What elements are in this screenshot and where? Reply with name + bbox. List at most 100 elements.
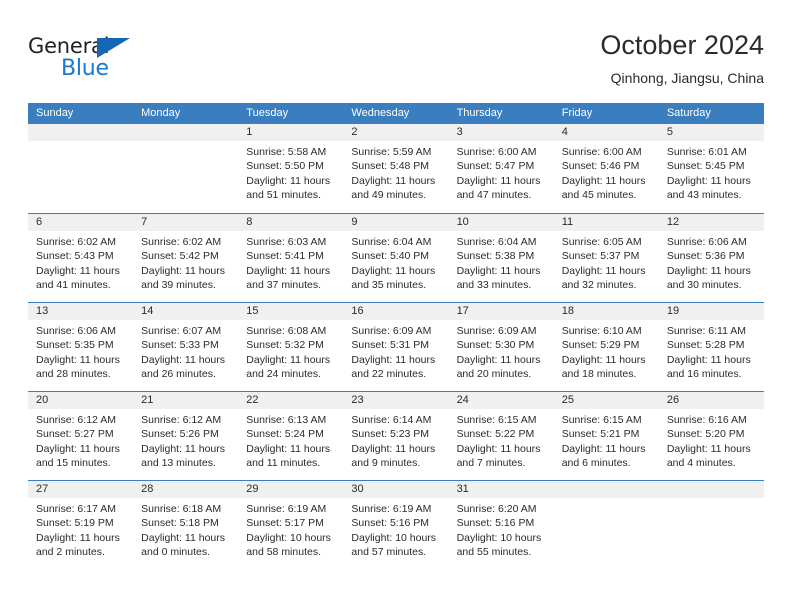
day-sun-info: Sunrise: 6:15 AM Sunset: 5:22 PM Daylight:… (449, 409, 554, 471)
sunset-text: Sunset: 5:47 PM (456, 160, 535, 173)
daylight-text: Daylight: 10 hours and 55 minutes. (456, 531, 542, 559)
sunrise-text: Sunrise: 6:16 AM (666, 414, 747, 426)
daylight-text: Daylight: 11 hours and 32 minutes. (561, 264, 646, 292)
sunset-text: Sunset: 5:21 PM (561, 428, 640, 441)
calendar-day-cell[interactable]: 18 Sunrise: 6:10 AM Sunset: 5:29 PM Dayligh… (553, 303, 659, 391)
sunset-text: Sunset: 5:30 PM (456, 339, 535, 352)
calendar-week-row: 1 Sunrise: 5:58 AM Sunset: 5:50 PM Daylight… (28, 124, 764, 213)
day-number: 11 (553, 214, 659, 231)
calendar-day-cell[interactable]: 3 Sunrise: 6:00 AM Sunset: 5:47 PM Daylight… (448, 124, 554, 213)
daylight-text: Daylight: 11 hours and 30 minutes. (666, 264, 751, 292)
daylight-text: Daylight: 11 hours and 6 minutes. (561, 442, 646, 470)
weekday-header-friday: Friday (561, 107, 593, 119)
sunset-text: Sunset: 5:42 PM (141, 250, 219, 263)
page-title: October 2024 (600, 30, 764, 60)
calendar-day-cell[interactable]: 12 Sunrise: 6:06 AM Sunset: 5:36 PM Dayligh… (658, 214, 764, 302)
calendar-day-cell[interactable]: 29 Sunrise: 6:19 AM Sunset: 5:17 PM Dayligh… (238, 481, 344, 569)
calendar-day-cell[interactable]: 11 Sunrise: 6:05 AM Sunset: 5:37 PM Dayligh… (553, 214, 659, 302)
sunset-text: Sunset: 5:22 PM (456, 428, 535, 441)
calendar-day-cell-empty (28, 124, 134, 213)
day-sun-info: Sunrise: 5:59 AM Sunset: 5:48 PM Daylight:… (343, 141, 448, 203)
weekday-header-monday: Monday (141, 107, 181, 119)
day-number: 22 (238, 392, 344, 409)
calendar-day-cell[interactable]: 30 Sunrise: 6:19 AM Sunset: 5:16 PM Dayligh… (343, 481, 449, 569)
calendar-weeks: 1 Sunrise: 5:58 AM Sunset: 5:50 PM Daylight… (28, 124, 764, 569)
sunset-text: Sunset: 5:33 PM (141, 339, 219, 352)
sunset-text: Sunset: 5:36 PM (666, 250, 745, 263)
sunrise-text: Sunrise: 6:01 AM (666, 146, 747, 158)
calendar-day-cell[interactable]: 13 Sunrise: 6:06 AM Sunset: 5:35 PM Dayligh… (28, 303, 134, 391)
calendar-day-cell[interactable]: 27 Sunrise: 6:17 AM Sunset: 5:19 PM Dayligh… (28, 481, 134, 569)
calendar-day-cell[interactable]: 1 Sunrise: 5:58 AM Sunset: 5:50 PM Daylight… (238, 124, 344, 213)
sunrise-text: Sunrise: 6:03 AM (246, 236, 327, 248)
day-number (28, 124, 134, 141)
calendar-day-cell[interactable]: 20 Sunrise: 6:12 AM Sunset: 5:27 PM Dayligh… (28, 392, 134, 480)
day-sun-info: Sunrise: 6:20 AM Sunset: 5:16 PM Daylight:… (449, 498, 554, 560)
calendar-day-cell[interactable]: 2 Sunrise: 5:59 AM Sunset: 5:48 PM Daylight… (343, 124, 449, 213)
calendar-day-cell[interactable]: 4 Sunrise: 6:00 AM Sunset: 5:46 PM Daylight… (553, 124, 659, 213)
day-number (133, 124, 239, 141)
sunset-text: Sunset: 5:35 PM (36, 339, 114, 352)
sunrise-text: Sunrise: 6:02 AM (141, 236, 222, 248)
day-number (658, 481, 764, 498)
day-sun-info: Sunrise: 6:19 AM Sunset: 5:17 PM Daylight:… (238, 498, 343, 560)
sunset-text: Sunset: 5:41 PM (246, 250, 324, 263)
calendar-day-cell[interactable]: 19 Sunrise: 6:11 AM Sunset: 5:28 PM Dayligh… (658, 303, 764, 391)
weekday-header-sunday: Sunday (36, 107, 74, 119)
day-number: 3 (448, 124, 554, 141)
calendar-day-cell[interactable]: 31 Sunrise: 6:20 AM Sunset: 5:16 PM Dayligh… (448, 481, 554, 569)
sunrise-text: Sunrise: 6:04 AM (351, 236, 432, 248)
calendar-day-cell[interactable]: 21 Sunrise: 6:12 AM Sunset: 5:26 PM Dayligh… (133, 392, 239, 480)
calendar-day-cell[interactable]: 8 Sunrise: 6:03 AM Sunset: 5:41 PM Daylight… (238, 214, 344, 302)
day-sun-info: Sunrise: 6:18 AM Sunset: 5:18 PM Daylight:… (133, 498, 238, 560)
calendar-day-cell[interactable]: 28 Sunrise: 6:18 AM Sunset: 5:18 PM Dayligh… (133, 481, 239, 569)
sunrise-text: Sunrise: 6:18 AM (141, 503, 222, 515)
day-sun-info: Sunrise: 6:17 AM Sunset: 5:19 PM Daylight:… (28, 498, 133, 560)
day-sun-info: Sunrise: 6:06 AM Sunset: 5:35 PM Daylight:… (28, 320, 133, 382)
daylight-text: Daylight: 10 hours and 58 minutes. (246, 531, 331, 559)
calendar-day-cell[interactable]: 14 Sunrise: 6:07 AM Sunset: 5:33 PM Dayligh… (133, 303, 239, 391)
day-sun-info: Sunrise: 6:15 AM Sunset: 5:21 PM Daylight:… (554, 409, 659, 471)
sunrise-text: Sunrise: 6:13 AM (246, 414, 327, 426)
day-sun-info: Sunrise: 6:19 AM Sunset: 5:16 PM Daylight:… (343, 498, 448, 560)
calendar-day-cell[interactable]: 22 Sunrise: 6:13 AM Sunset: 5:24 PM Dayligh… (238, 392, 344, 480)
day-number: 2 (343, 124, 449, 141)
sunset-text: Sunset: 5:32 PM (246, 339, 324, 352)
calendar-day-cell[interactable]: 6 Sunrise: 6:02 AM Sunset: 5:43 PM Daylight… (28, 214, 134, 302)
day-number: 17 (448, 303, 554, 320)
sunrise-text: Sunrise: 6:00 AM (561, 146, 642, 158)
day-number: 9 (343, 214, 449, 231)
sunrise-text: Sunrise: 6:19 AM (351, 503, 432, 515)
sunset-text: Sunset: 5:38 PM (456, 250, 535, 263)
calendar-day-cell[interactable]: 5 Sunrise: 6:01 AM Sunset: 5:45 PM Daylight… (658, 124, 764, 213)
calendar-day-cell[interactable]: 23 Sunrise: 6:14 AM Sunset: 5:23 PM Dayligh… (343, 392, 449, 480)
logo-triangle-icon (97, 38, 130, 58)
day-sun-info: Sunrise: 6:02 AM Sunset: 5:43 PM Daylight:… (28, 231, 133, 293)
calendar-day-cell[interactable]: 16 Sunrise: 6:09 AM Sunset: 5:31 PM Dayligh… (343, 303, 449, 391)
daylight-text: Daylight: 11 hours and 2 minutes. (36, 531, 120, 559)
sunrise-text: Sunrise: 5:59 AM (351, 146, 432, 158)
sunset-text: Sunset: 5:43 PM (36, 250, 114, 263)
calendar-day-cell[interactable]: 25 Sunrise: 6:15 AM Sunset: 5:21 PM Dayligh… (553, 392, 659, 480)
page-header: General Blue October 2024 Qinhong, Jiang… (28, 28, 764, 96)
sunset-text: Sunset: 5:27 PM (36, 428, 114, 441)
calendar-day-cell[interactable]: 9 Sunrise: 6:04 AM Sunset: 5:40 PM Daylight… (343, 214, 449, 302)
sunset-text: Sunset: 5:48 PM (351, 160, 430, 173)
daylight-text: Daylight: 11 hours and 20 minutes. (456, 353, 541, 381)
daylight-text: Daylight: 11 hours and 13 minutes. (141, 442, 225, 470)
calendar-day-cell[interactable]: 10 Sunrise: 6:04 AM Sunset: 5:38 PM Dayligh… (448, 214, 554, 302)
calendar-day-cell[interactable]: 7 Sunrise: 6:02 AM Sunset: 5:42 PM Daylight… (133, 214, 239, 302)
daylight-text: Daylight: 11 hours and 16 minutes. (666, 353, 751, 381)
day-number: 12 (658, 214, 764, 231)
daylight-text: Daylight: 10 hours and 57 minutes. (351, 531, 437, 559)
weekday-header-row: Sunday Monday Tuesday Wednesday Thursday Frid… (28, 103, 764, 124)
calendar-day-cell[interactable]: 15 Sunrise: 6:08 AM Sunset: 5:32 PM Dayligh… (238, 303, 344, 391)
daylight-text: Daylight: 11 hours and 7 minutes. (456, 442, 541, 470)
daylight-text: Daylight: 11 hours and 39 minutes. (141, 264, 225, 292)
calendar-day-cell[interactable]: 26 Sunrise: 6:16 AM Sunset: 5:20 PM Dayligh… (658, 392, 764, 480)
day-number: 6 (28, 214, 134, 231)
sunset-text: Sunset: 5:18 PM (141, 517, 219, 530)
calendar-day-cell[interactable]: 17 Sunrise: 6:09 AM Sunset: 5:30 PM Dayligh… (448, 303, 554, 391)
calendar-day-cell[interactable]: 24 Sunrise: 6:15 AM Sunset: 5:22 PM Dayligh… (448, 392, 554, 480)
daylight-text: Daylight: 11 hours and 43 minutes. (666, 174, 751, 202)
